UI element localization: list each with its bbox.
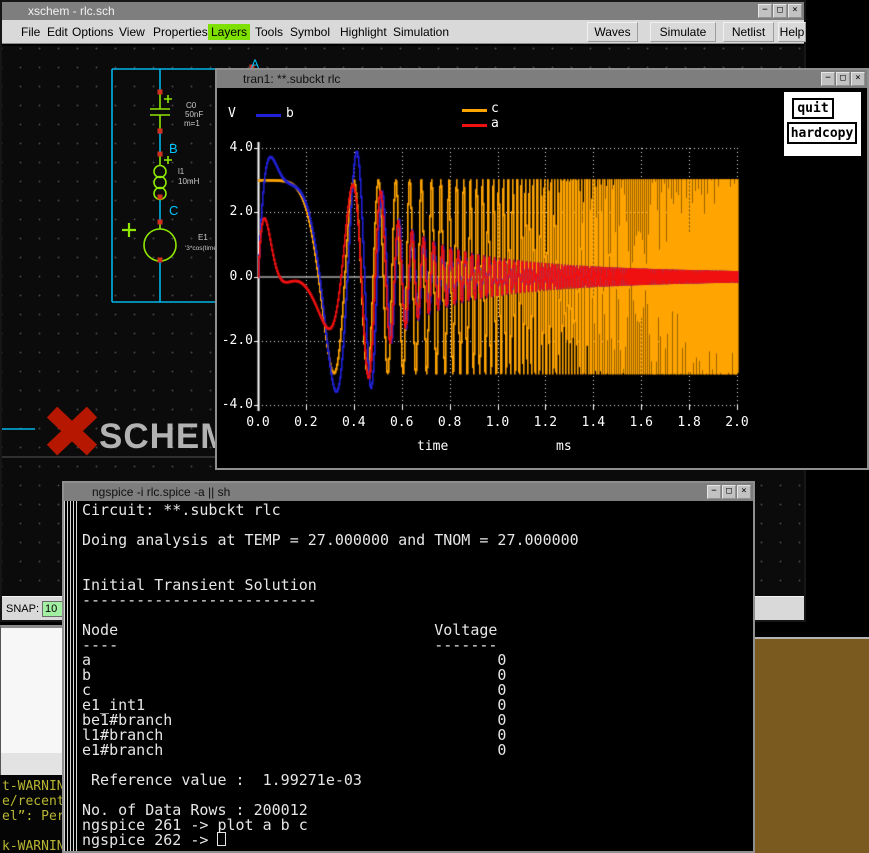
maximize-button[interactable]: □ [773,4,787,18]
background-terminal: t-WARNINGe/recentlyel”: Perm k-WARNING [0,775,62,853]
help-button[interactable]: Help [778,22,806,42]
y-axis-unit-label: V [228,107,236,121]
hardcopy-button[interactable]: hardcopy [787,122,857,144]
menu-file[interactable]: File [18,24,43,40]
plot-titlebar[interactable]: tran1: **.subckt rlc − □ × [217,70,867,88]
terminal-window: ngspice -i rlc.spice -a || sh − □ × Circ… [62,481,755,853]
c0-extra-label: m=1 [184,119,200,128]
plot-side-panel: quit hardcopy [784,92,861,156]
y-tick-label: 0.0 [221,270,253,284]
simulate-button[interactable]: Simulate [650,22,716,42]
l1-value-label: 10mH [178,177,200,186]
menu-options[interactable]: Options [69,24,116,40]
legend-label-a: a [491,117,499,131]
snap-label: SNAP: [6,603,39,615]
menu-tools[interactable]: Tools [252,24,286,40]
node-label-b[interactable]: B [169,141,178,156]
x-tick-label: 1.0 [478,416,518,430]
waves-button[interactable]: Waves [587,22,638,42]
x-axis-unit: ms [556,440,572,454]
plot-area: V b c a 4.0 2.0 0.0 -2.0 -4.0 0.0 0.2 0.4 0.6 0.… [217,88,867,468]
menu-view[interactable]: View [116,24,148,40]
background-window-brown [753,637,869,853]
quit-button[interactable]: quit [792,98,834,119]
logo-text: SCHEM [99,417,230,456]
x-axis-title: time [417,440,448,454]
terminal-titlebar[interactable]: ngspice -i rlc.spice -a || sh − □ × [64,483,753,501]
x-tick-label: 1.8 [669,416,709,430]
y-tick-label: 4.0 [221,141,253,155]
background-window-white [0,625,62,775]
terminal-scrollbar[interactable] [64,501,77,851]
terminal-window-title: ngspice -i rlc.spice -a || sh [92,485,230,499]
terminal-cursor [217,832,226,846]
menu-simulation[interactable]: Simulation [390,24,452,40]
y-tick-label: -4.0 [221,398,253,412]
terminal-content[interactable]: Circuit: **.subckt rlc Doing analysis at… [64,501,753,851]
plus-mark [164,95,172,103]
legend-label-b: b [286,107,294,121]
warning-line: e/recently [2,794,62,809]
menu-layers[interactable]: Layers [208,24,250,40]
x-tick-label: 0.4 [334,416,374,430]
e1-ref-label: E1 [198,233,208,242]
minimize-button[interactable]: − [758,4,772,18]
x-tick-label: 0.8 [430,416,470,430]
x-tick-label: 0.2 [286,416,326,430]
legend-label-c: c [491,102,499,116]
xschem-titlebar[interactable]: xschem - rlc.sch − □ × [2,2,804,20]
x-tick-label: 2.0 [717,416,757,430]
plus-mark [164,156,172,164]
warning-line: t-WARNING [2,779,62,794]
maximize-button[interactable]: □ [836,72,850,86]
components [122,94,176,261]
legend-line-c [462,109,487,112]
menu-edit[interactable]: Edit [44,24,71,40]
xschem-menubar: FileEditOptionsViewPropertiesLayersTools… [2,20,804,44]
legend-line-b [256,114,281,117]
y-tick-label: 2.0 [221,205,253,219]
terminal-output: Circuit: **.subckt rlc Doing analysis at… [82,503,579,848]
warning-line: k-WARNING [2,839,62,853]
x-tick-label: 1.6 [621,416,661,430]
menu-properties[interactable]: Properties [150,24,211,40]
maximize-button[interactable]: □ [722,485,736,499]
waveform-canvas [217,88,867,468]
node-label-c[interactable]: C [169,203,178,218]
legend-line-a [462,124,487,127]
x-tick-label: 1.4 [573,416,613,430]
y-tick-label: -2.0 [221,334,253,348]
netlist-button[interactable]: Netlist [723,22,774,42]
plus-mark-large [122,223,136,237]
desktop: t-WARNINGe/recentlyel”: Perm k-WARNING xs… [0,0,869,853]
plot-window-title: tran1: **.subckt rlc [243,72,340,86]
warning-line: el”: Perm [2,809,62,824]
xschem-logo: SCHEM [52,412,230,456]
background-window-white-footer [1,753,62,775]
menu-highlight[interactable]: Highlight [337,24,390,40]
minimize-button[interactable]: − [707,485,721,499]
voltage-source-circle[interactable] [144,229,176,261]
close-button[interactable]: × [851,72,865,86]
plot-window: tran1: **.subckt rlc − □ × V b c a 4.0 2.… [215,68,869,470]
l1-ref-label: l1 [178,167,185,176]
minimize-button[interactable]: − [821,72,835,86]
close-button[interactable]: × [737,485,751,499]
xschem-window-title: xschem - rlc.sch [28,4,115,18]
x-tick-label: 0.0 [238,416,278,430]
x-tick-label: 1.2 [525,416,565,430]
x-tick-label: 0.6 [382,416,422,430]
logo-x-icon [52,412,92,450]
close-button[interactable]: × [788,4,802,18]
c0-value-label: 50nF [185,110,203,119]
c0-ref-label: C0 [186,101,197,110]
menu-symbol[interactable]: Symbol [287,24,333,40]
